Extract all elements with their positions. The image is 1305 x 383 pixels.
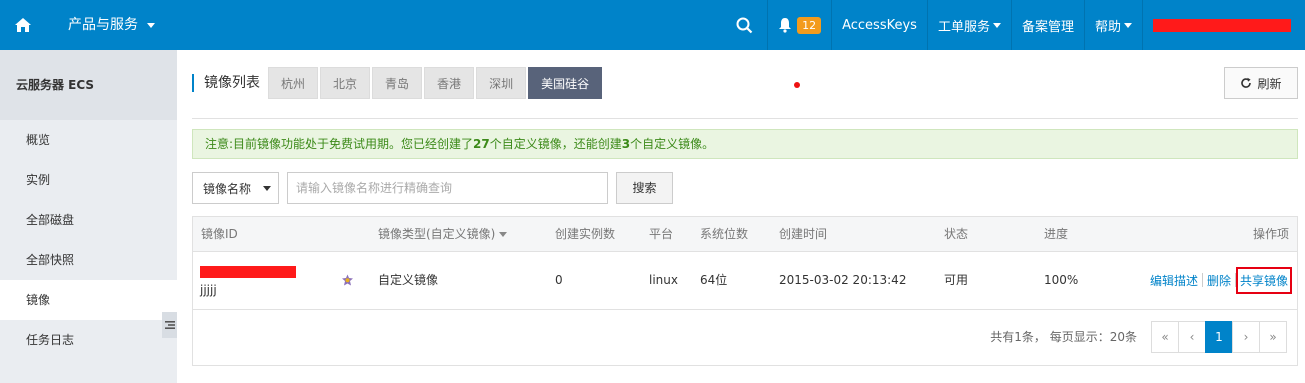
refresh-icon [1241, 77, 1252, 88]
notice-middle: 个自定义镜像，还能创建 [489, 137, 622, 151]
delete-link[interactable]: 删除 [1203, 272, 1235, 289]
region-tab-beijing[interactable]: 北京 [320, 67, 371, 99]
home-icon [15, 18, 31, 32]
page-1-button[interactable]: 1 [1205, 321, 1233, 353]
search-input[interactable] [287, 172, 608, 204]
help-label: 帮助 [1094, 19, 1121, 35]
region-tab-hangzhou[interactable]: 杭州 [268, 67, 319, 99]
search-button[interactable]: 搜索 [616, 172, 673, 204]
sidebar-item-images[interactable]: 镜像 [0, 280, 177, 320]
chevron-down-icon [992, 22, 1001, 28]
refresh-button[interactable]: 刷新 [1224, 67, 1298, 99]
linux-os-icon [342, 274, 353, 286]
sidebar-item-instances[interactable]: 实例 [0, 160, 177, 200]
sidebar: 云服务器 ECS 概览 实例 全部磁盘 全部快照 镜像 任务日志 [0, 50, 177, 383]
image-name: jjjjj [200, 283, 217, 297]
region-tab-shenzhen[interactable]: 深圳 [476, 67, 527, 99]
help-menu[interactable]: 帮助 [1085, 0, 1142, 50]
col-created-at: 创建时间 [779, 227, 828, 241]
edit-description-link[interactable]: 编辑描述 [1146, 272, 1202, 289]
system-bits: 64位 [700, 273, 728, 287]
chevron-down-icon [1124, 22, 1132, 28]
notifications-button[interactable]: 12 [768, 0, 831, 50]
search-button[interactable] [722, 0, 767, 50]
notice-created-count: 27 [473, 137, 490, 151]
pagination: « ‹ 1 › » [1151, 321, 1287, 353]
sidebar-item-snapshots[interactable]: 全部快照 [0, 240, 177, 280]
menu-collapse-icon [164, 321, 175, 329]
accesskeys-link[interactable]: AccessKeys [832, 0, 927, 50]
redacted-image-id [200, 266, 296, 278]
platform: linux [649, 273, 678, 287]
bell-icon [779, 18, 792, 33]
col-instances: 创建实例数 [555, 227, 616, 241]
sidebar-collapse-button[interactable] [162, 312, 177, 338]
sidebar-item-disks[interactable]: 全部磁盘 [0, 200, 177, 240]
tickets-label: 工单服务 [937, 19, 990, 35]
col-image-type-label: 镜像类型(自定义镜像) [378, 227, 496, 241]
created-at: 2015-03-02 20:13:42 [779, 273, 907, 287]
image-type: 自定义镜像 [378, 273, 439, 287]
dropdown-arrow-icon [263, 186, 271, 191]
col-actions: 操作项 [1252, 227, 1289, 241]
search-icon [736, 17, 753, 33]
pagination-summary: 共有1条， 每页显示：20条 [990, 330, 1137, 344]
sidebar-item-overview[interactable]: 概览 [0, 120, 177, 160]
col-bits: 系统位数 [700, 227, 749, 241]
search-field-value: 镜像名称 [203, 181, 252, 196]
notice-prefix: 注意:目前镜像功能处于免费试用期。您已经创建了 [205, 137, 474, 151]
col-image-type[interactable]: 镜像类型(自定义镜像) [378, 217, 508, 251]
progress: 100% [1044, 273, 1079, 287]
beian-link[interactable]: 备案管理 [1012, 0, 1084, 50]
region-tab-qingdao[interactable]: 青岛 [372, 67, 423, 99]
status: 可用 [944, 273, 969, 287]
col-platform: 平台 [649, 227, 674, 241]
main-content: 镜像列表 杭州 北京 青岛 香港 深圳 美国硅谷 刷新 注意:目前镜像功能处于免… [192, 50, 1298, 383]
products-menu[interactable]: 产品与服务 [68, 0, 155, 50]
col-image-id: 镜像ID [201, 227, 238, 241]
instance-count: 0 [555, 273, 563, 287]
red-dot-marker [794, 82, 800, 88]
notice-remaining-count: 3 [621, 137, 631, 151]
chevron-down-icon [499, 232, 508, 237]
table-row: jjjjj 自定义镜像 0 linux 64位 2015-03-02 20:13… [193, 252, 1297, 310]
region-tab-hongkong[interactable]: 香港 [424, 67, 475, 99]
divider [192, 118, 1298, 119]
products-label: 产品与服务 [68, 17, 138, 33]
col-status: 状态 [944, 227, 969, 241]
chevron-down-icon [147, 22, 155, 28]
first-page-button[interactable]: « [1151, 321, 1179, 353]
row-actions: 编辑描述 删除 共享镜像 [1146, 266, 1292, 294]
sidebar-title: 云服务器 ECS [0, 50, 177, 120]
table-header: 镜像ID 镜像类型(自定义镜像) 创建实例数 平台 系统位数 创建时间 状态 进… [193, 217, 1297, 252]
share-image-link[interactable]: 共享镜像 [1235, 266, 1292, 294]
next-page-button[interactable]: › [1232, 321, 1260, 353]
sidebar-item-task-logs[interactable]: 任务日志 [0, 320, 177, 360]
refresh-label: 刷新 [1257, 76, 1282, 91]
quota-notice: 注意:目前镜像功能处于免费试用期。您已经创建了27个自定义镜像，还能创建3个自定… [192, 129, 1298, 159]
images-table: 镜像ID 镜像类型(自定义镜像) 创建实例数 平台 系统位数 创建时间 状态 进… [192, 216, 1298, 366]
pagination-bar: 共有1条， 每页显示：20条 « ‹ 1 › » [193, 321, 1297, 353]
notice-suffix: 个自定义镜像。 [630, 137, 715, 151]
home-button[interactable] [0, 0, 46, 50]
last-page-button[interactable]: » [1259, 321, 1287, 353]
tickets-menu[interactable]: 工单服务 [928, 0, 1011, 50]
search-field-select[interactable]: 镜像名称 [192, 172, 279, 204]
user-menu[interactable] [1143, 0, 1305, 50]
region-tab-us-silicon-valley[interactable]: 美国硅谷 [528, 67, 603, 99]
prev-page-button[interactable]: ‹ [1178, 321, 1206, 353]
col-progress: 进度 [1044, 227, 1069, 241]
region-tabs: 杭州 北京 青岛 香港 深圳 美国硅谷 [268, 67, 603, 99]
page-title: 镜像列表 [192, 74, 260, 92]
search-bar: 镜像名称 搜索 [192, 172, 1298, 204]
redacted-username [1153, 18, 1291, 32]
top-navbar: 产品与服务 12 AccessKeys 工单服务 备案管理 帮助 [0, 0, 1305, 50]
notification-count-badge: 12 [797, 16, 822, 34]
